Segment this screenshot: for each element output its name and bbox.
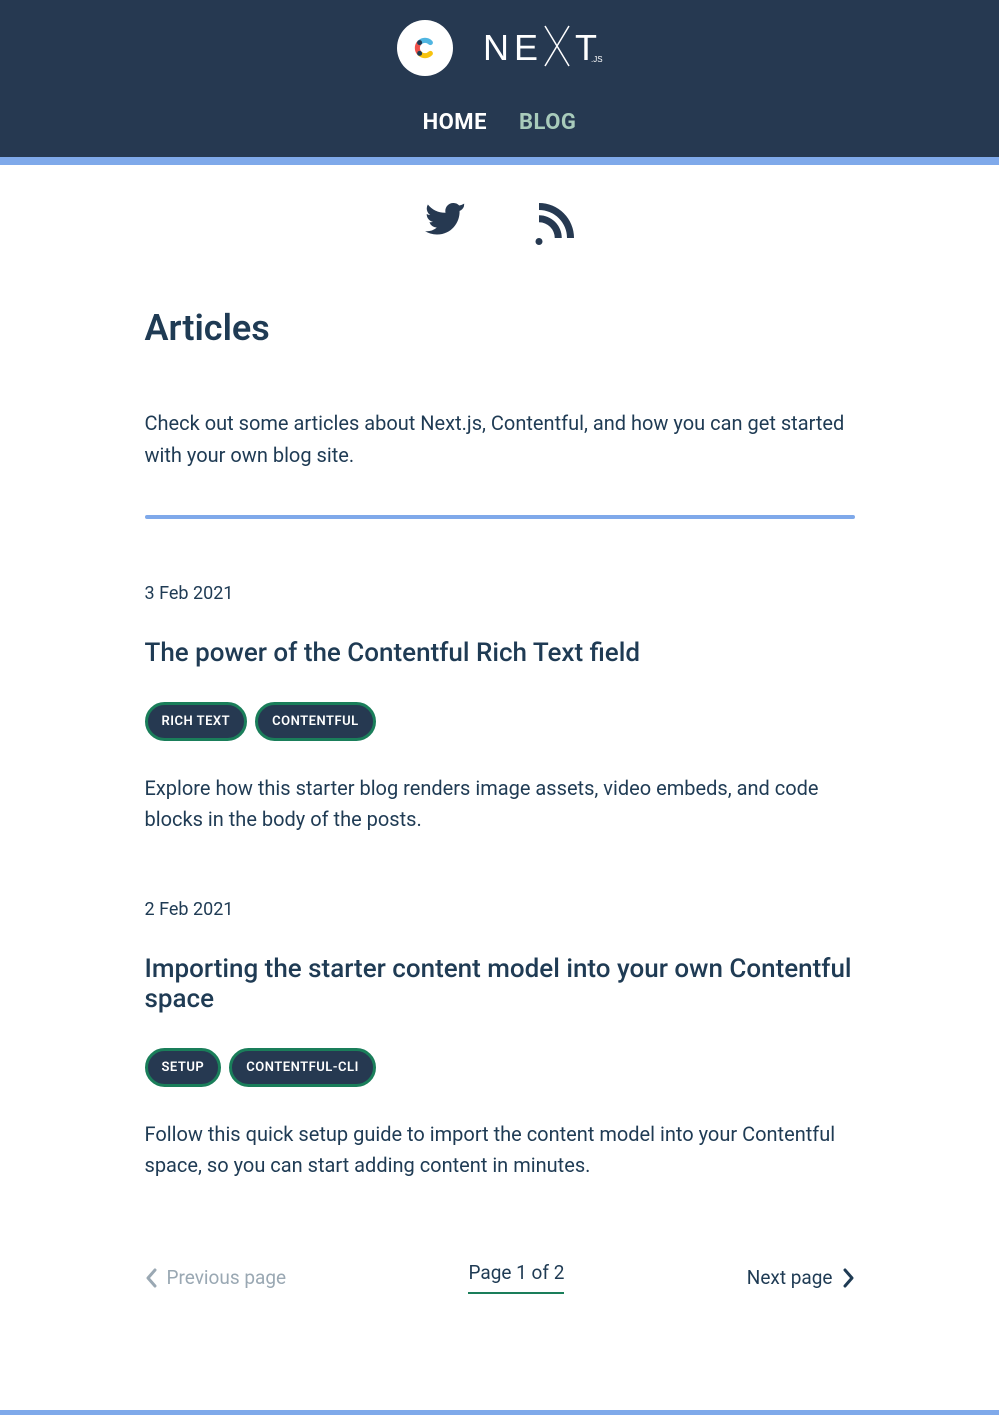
page-title: Articles: [145, 307, 855, 349]
tag[interactable]: CONTENTFUL-CLI: [229, 1048, 376, 1087]
post-tags: SETUP CONTENTFUL-CLI: [145, 1048, 855, 1087]
post-date: 2 Feb 2021: [145, 899, 855, 920]
page-indicator: Page 1 of 2: [468, 1261, 564, 1294]
main-nav: HOME BLOG: [0, 96, 999, 157]
prev-page-button: Previous page: [145, 1266, 287, 1289]
post-excerpt: Follow this quick setup guide to import …: [145, 1119, 855, 1181]
post-date: 3 Feb 2021: [145, 583, 855, 604]
svg-text:NE: NE: [483, 27, 543, 68]
post-title[interactable]: The power of the Contentful Rich Text fi…: [145, 638, 855, 668]
post-item: 3 Feb 2021 The power of the Contentful R…: [145, 583, 855, 835]
svg-text:.JS: .JS: [591, 55, 603, 64]
twitter-icon[interactable]: [425, 203, 467, 249]
nav-blog[interactable]: BLOG: [519, 110, 576, 135]
divider: [145, 515, 855, 519]
header-accent-bar: [0, 157, 999, 165]
next-label: Next page: [747, 1266, 833, 1289]
main-content: Articles Check out some articles about N…: [145, 307, 855, 1354]
nextjs-logo-icon[interactable]: NE T .JS: [483, 18, 603, 78]
page-intro: Check out some articles about Next.js, C…: [145, 407, 855, 471]
nav-home[interactable]: HOME: [423, 110, 487, 135]
tag[interactable]: CONTENTFUL: [255, 702, 376, 741]
pagination: Previous page Page 1 of 2 Next page: [145, 1261, 855, 1294]
contentful-logo-icon[interactable]: [397, 20, 453, 76]
post-item: 2 Feb 2021 Importing the starter content…: [145, 899, 855, 1181]
tag[interactable]: SETUP: [145, 1048, 222, 1087]
site-header: NE T .JS HOME BLOG: [0, 0, 999, 165]
tag[interactable]: RICH TEXT: [145, 702, 248, 741]
prev-label: Previous page: [167, 1266, 287, 1289]
footer-accent-bar: [0, 1410, 999, 1415]
next-page-button[interactable]: Next page: [747, 1266, 855, 1289]
post-tags: RICH TEXT CONTENTFUL: [145, 702, 855, 741]
social-links: [0, 165, 999, 259]
post-title[interactable]: Importing the starter content model into…: [145, 954, 855, 1014]
post-excerpt: Explore how this starter blog renders im…: [145, 773, 855, 835]
rss-icon[interactable]: [532, 203, 574, 249]
logo-row: NE T .JS: [0, 18, 999, 96]
